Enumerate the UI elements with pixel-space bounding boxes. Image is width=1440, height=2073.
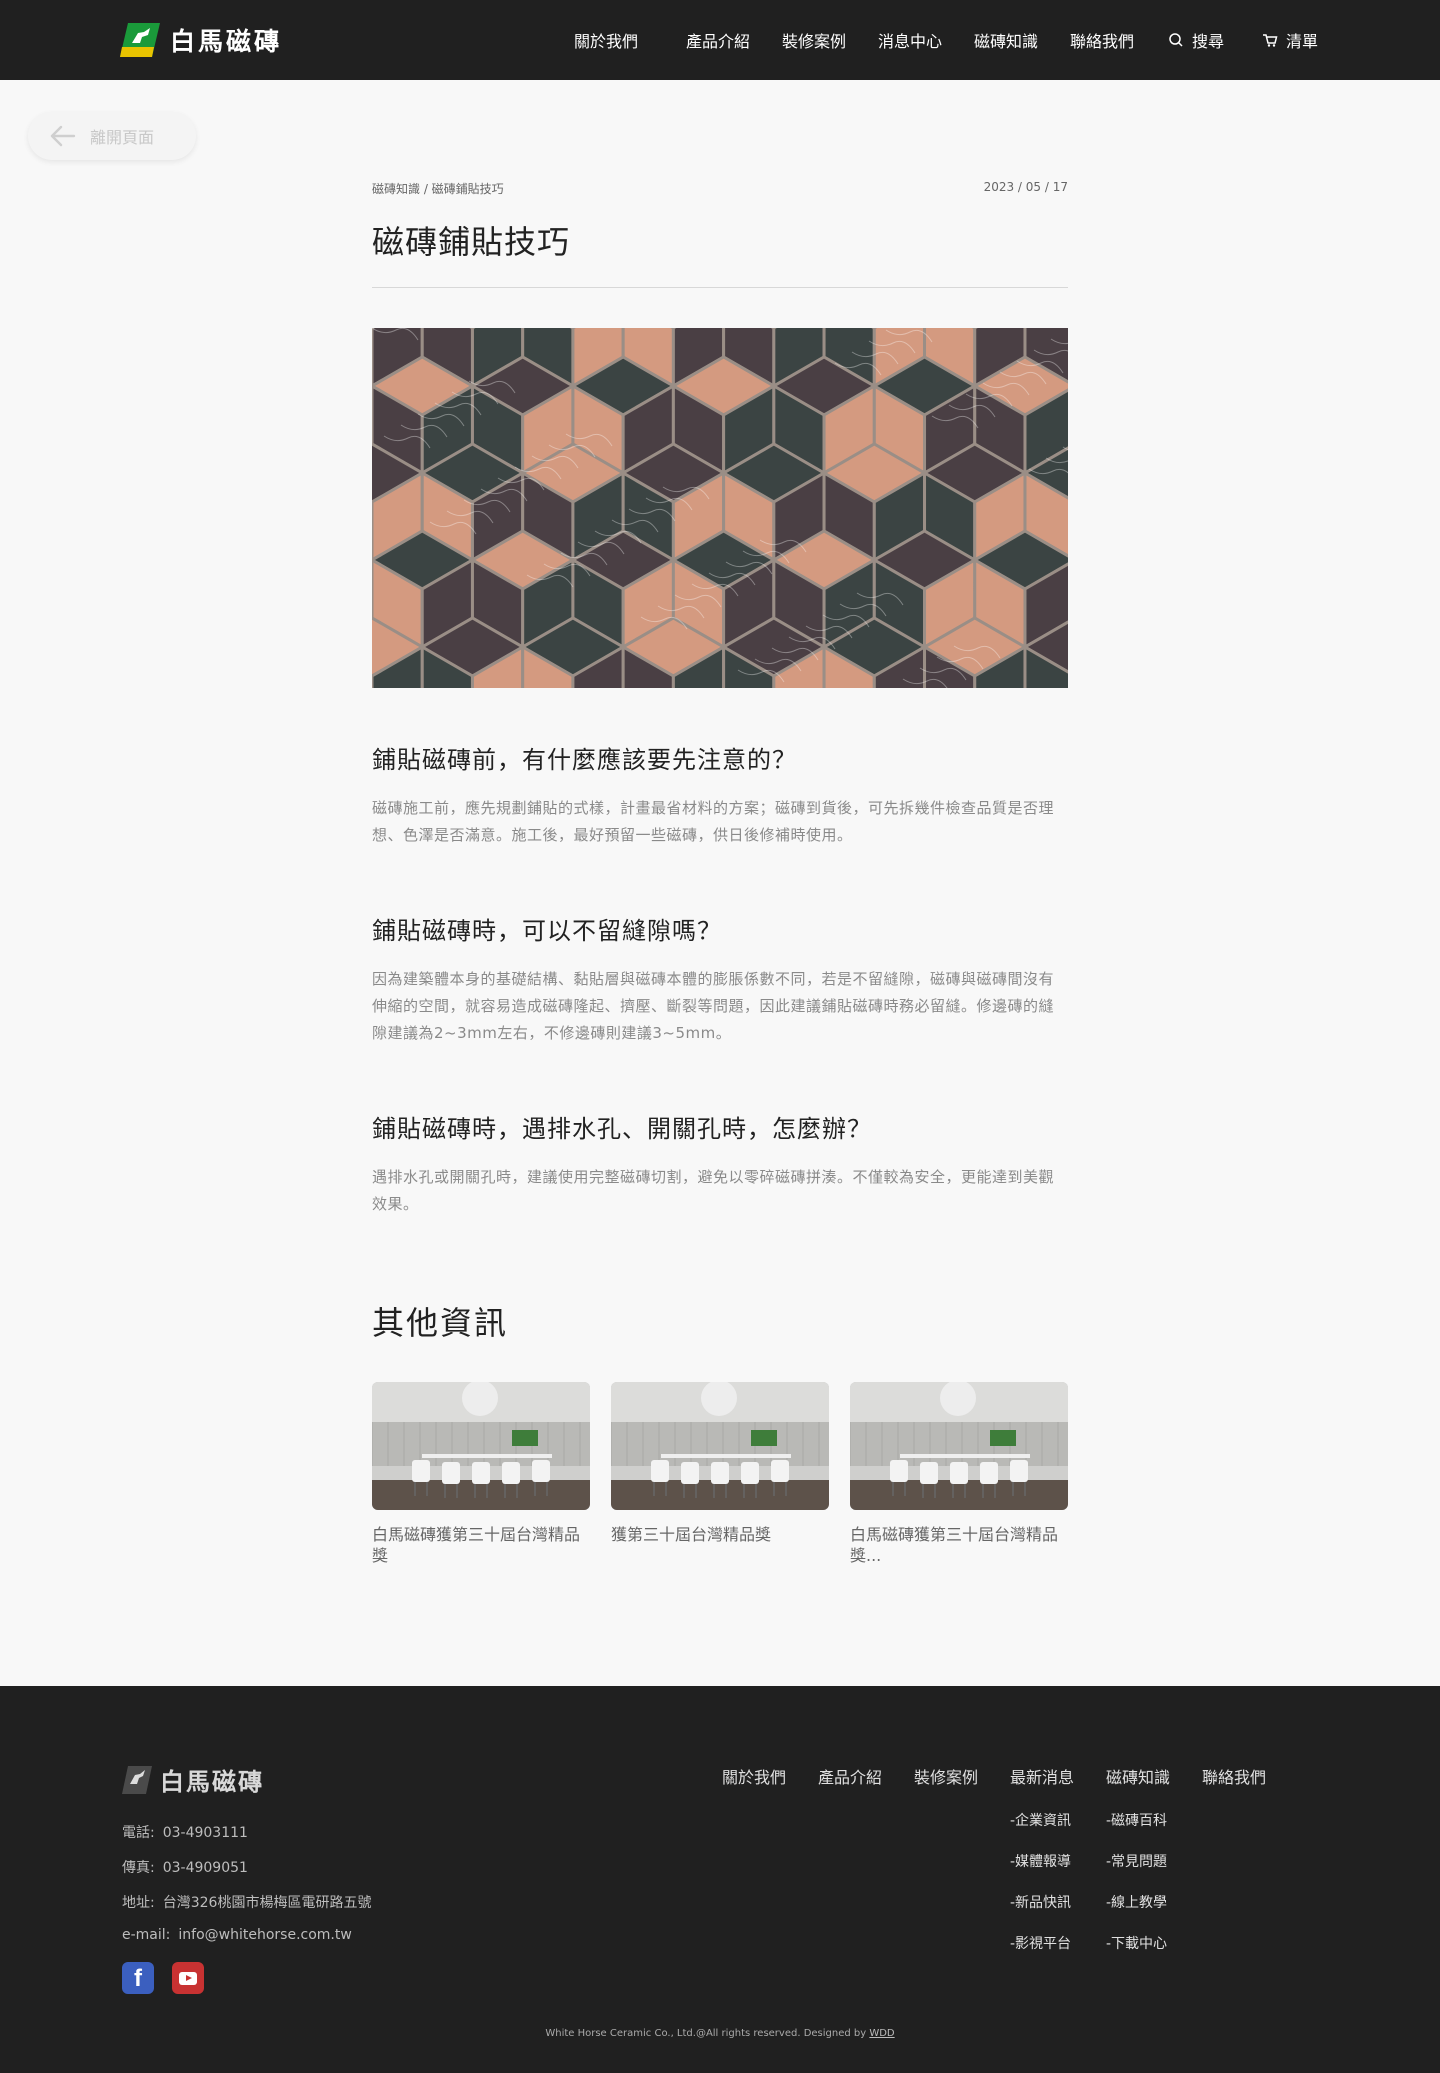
other-info-cards: 白馬磁磚獲第三十屆台灣精品獎 獲第三十屆台灣精品獎 白馬磁磚獲第三十屆台灣精品獎… [372,1382,1068,1566]
footer-nav-contact[interactable]: 聯絡我們 [1202,1764,1298,1788]
nav-knowledge[interactable]: 磁磚知識 [958,28,1054,52]
card-image [372,1382,590,1510]
fax-row: 傳真: 03-4909051 [122,1860,248,1876]
top-header: 白馬磁磚 關於我們 產品介紹 裝修案例 消息中心 磁磚知識 聯絡我們 搜尋 清單 [0,0,1440,80]
nav-products[interactable]: 產品介紹 [670,28,766,52]
contact-info: 電話: 03-4903111 傳真: 03-4909051 地址: 台灣326桃園市楊… [122,1822,371,1962]
card-title: 獲第三十屆台灣精品獎 [611,1525,772,1544]
facebook-icon[interactable]: f [122,1962,154,1994]
title-divider [372,287,1068,288]
section-body: 因為建築體本身的基礎結構、黏貼層與磁磚本體的膨脹係數不同，若是不留縫隙，磁磚與磁… [372,970,1055,1042]
footer-sub-link[interactable]: -磁磚百科 [1106,1810,1167,1851]
footer-nav: 關於我們 產品介紹 裝修案例 最新消息 磁磚知識 聯絡我們 [722,1764,1298,1788]
footer-nav-knowledge[interactable]: 磁磚知識 [1106,1764,1202,1788]
article-section: 鋪貼磁磚時，可以不留縫隙嗎？ 因為建築體本身的基礎結構、黏貼層與磁磚本體的膨脹係… [372,911,1068,1047]
article: 磁磚知識 / 磁磚鋪貼技巧 2023 / 05 / 17 磁磚鋪貼技巧 鋪貼磁磚… [372,180,1068,1218]
hero-image [372,328,1068,688]
designer-link[interactable]: WDD [869,2028,894,2039]
footer-nav-news[interactable]: 最新消息 [1010,1764,1106,1788]
news-card[interactable]: 白馬磁磚獲第三十屆台灣精品獎 [372,1382,590,1566]
breadcrumb[interactable]: 磁磚知識 / 磁磚鋪貼技巧 [372,180,504,197]
news-card[interactable]: 獲第三十屆台灣精品獎 [611,1382,829,1566]
address-row: 地址: 台灣326桃園市楊梅區電研路五號 [122,1895,372,1911]
footer-sub-link[interactable]: -媒體報導 [1010,1851,1071,1892]
site-footer: 白馬磁磚 電話: 03-4903111 傳真: 03-4909051 地址: 台灣32… [0,1686,1440,2073]
news-card[interactable]: 白馬磁磚獲第三十屆台灣精品獎... [850,1382,1068,1566]
search-label: 搜尋 [1192,32,1225,51]
section-heading: 鋪貼磁磚時，遇排水孔、開關孔時，怎麼辦？ [372,1115,872,1143]
search-icon [1169,33,1183,47]
nav-news[interactable]: 消息中心 [862,28,958,52]
site-logo[interactable]: 白馬磁磚 [120,22,282,58]
footer-logo[interactable]: 白馬磁磚 [122,1762,264,1797]
footer-nav-about[interactable]: 關於我們 [722,1764,818,1788]
leave-page-label: 離開頁面 [90,128,155,147]
footer-sub-link[interactable]: -企業資訊 [1010,1810,1071,1851]
footer-knowledge-submenu: -磁磚百科 -常見問題 -線上教學 -下載中心 [1106,1810,1167,1974]
footer-sub-link[interactable]: -下載中心 [1106,1933,1167,1974]
footer-sub-link[interactable]: -影視平台 [1010,1933,1071,1974]
card-title: 白馬磁磚獲第三十屆台灣精品獎... [850,1525,1059,1565]
article-section: 鋪貼磁磚前，有什麼應該要先注意的？ 磁磚施工前，應先規劃鋪貼的式樣，計畫最省材料… [372,740,1068,849]
nav-about[interactable]: 關於我們 [574,28,670,52]
youtube-icon[interactable] [172,1962,204,1994]
cart-button[interactable]: 清單 [1262,28,1318,52]
main-nav: 關於我們 產品介紹 裝修案例 消息中心 磁磚知識 聯絡我們 [574,28,1150,52]
other-info-title: 其他資訊 [372,1304,509,1342]
article-date: 2023 / 05 / 17 [983,180,1068,194]
cart-icon [1263,34,1278,47]
nav-contact[interactable]: 聯絡我們 [1054,28,1150,52]
footer-sub-link[interactable]: -新品快訊 [1010,1892,1071,1933]
section-heading: 鋪貼磁磚前，有什麼應該要先注意的？ [372,746,797,774]
arrow-left-icon [50,125,76,147]
footer-sub-link[interactable]: -常見問題 [1106,1851,1167,1892]
article-section: 鋪貼磁磚時，遇排水孔、開關孔時，怎麼辦？ 遇排水孔或開關孔時，建議使用完整磁磚切… [372,1109,1068,1218]
footer-sub-link[interactable]: -線上教學 [1106,1892,1167,1933]
card-image [611,1382,829,1510]
section-heading: 鋪貼磁磚時，可以不留縫隙嗎？ [372,917,722,945]
footer-logo-text: 白馬磁磚 [160,1768,264,1796]
footer-nav-products[interactable]: 產品介紹 [818,1764,914,1788]
section-body: 遇排水孔或開關孔時，建議使用完整磁磚切割，避免以零碎磁磚拼湊。不僅較為安全，更能… [372,1168,1055,1213]
section-body: 磁磚施工前，應先規劃鋪貼的式樣，計畫最省材料的方案；磁磚到貨後，可先拆幾件檢查品… [372,799,1055,844]
card-title: 白馬磁磚獲第三十屆台灣精品獎 [372,1525,581,1565]
card-image [850,1382,1068,1510]
search-button[interactable]: 搜尋 [1168,28,1224,52]
footer-news-submenu: -企業資訊 -媒體報導 -新品快訊 -影視平台 [1010,1810,1071,1974]
article-meta: 磁磚知識 / 磁磚鋪貼技巧 2023 / 05 / 17 [372,180,1068,197]
social-links: f [122,1962,204,1994]
horse-logo-icon [122,1765,152,1794]
copyright: White Horse Ceramic Co., Ltd.@All rights… [545,2028,895,2039]
email-row: e-mail: info@whitehorse.com.tw [122,1927,352,1943]
horse-logo-icon [120,23,160,57]
nav-cases[interactable]: 裝修案例 [766,28,862,52]
cart-label: 清單 [1286,32,1319,51]
footer-nav-cases[interactable]: 裝修案例 [914,1764,1010,1788]
phone-row: 電話: 03-4903111 [122,1825,248,1841]
article-title: 磁磚鋪貼技巧 [372,223,571,261]
leave-page-button[interactable]: 離開頁面 [28,112,196,160]
logo-text: 白馬磁磚 [170,27,283,56]
